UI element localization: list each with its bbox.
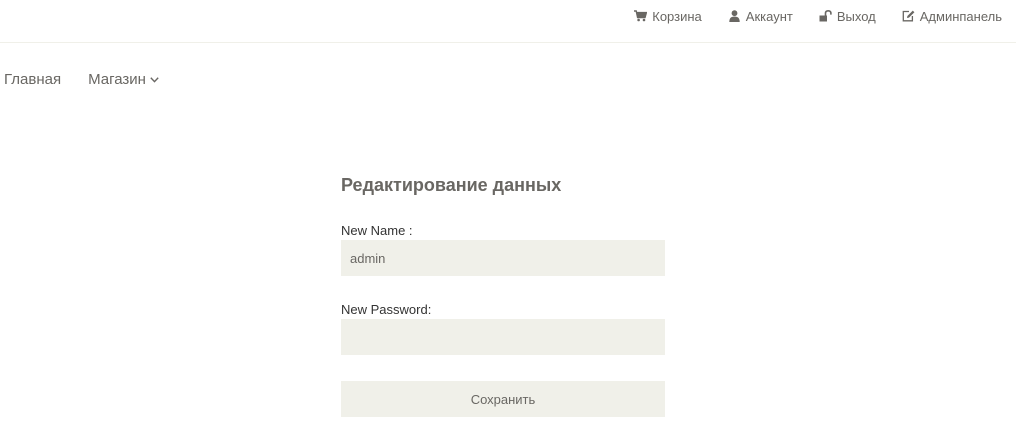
form-title: Редактирование данных	[341, 175, 562, 195]
cart-link-label: Корзина	[652, 8, 702, 24]
logout-link-label: Выход	[836, 8, 876, 24]
edit-icon	[902, 10, 915, 23]
user-icon	[728, 10, 741, 23]
nav-item-home[interactable]: Главная	[4, 71, 61, 88]
nav-item-shop[interactable]: Магазин	[88, 71, 159, 88]
admin-panel-link[interactable]: Админпанель	[902, 8, 1002, 24]
logout-link[interactable]: Выход	[819, 8, 876, 24]
new-password-label: New Password:	[341, 302, 432, 317]
header-links: Корзина Аккаунт Выход Админпанель	[608, 8, 1002, 24]
account-link-label: Аккаунт	[745, 8, 793, 24]
chevron-down-icon	[150, 75, 159, 84]
save-button[interactable]: Сохранить	[341, 381, 665, 417]
new-name-input[interactable]	[341, 240, 665, 276]
top-header-bar: Корзина Аккаунт Выход Админпанель	[0, 0, 1016, 43]
new-password-input[interactable]	[341, 319, 665, 355]
nav-item-shop-label: Магазин	[88, 71, 146, 88]
unlock-icon	[819, 10, 832, 23]
admin-panel-link-label: Админпанель	[919, 8, 1002, 24]
nav-item-home-label: Главная	[4, 71, 62, 88]
account-link[interactable]: Аккаунт	[728, 8, 793, 24]
main-navigation: Главная Магазин	[4, 71, 186, 88]
new-name-label: New Name :	[341, 223, 413, 238]
edit-account-form: Редактирование данных New Name : New Pas…	[341, 174, 665, 417]
shopping-cart-icon	[634, 10, 648, 23]
cart-link[interactable]: Корзина	[634, 8, 702, 24]
